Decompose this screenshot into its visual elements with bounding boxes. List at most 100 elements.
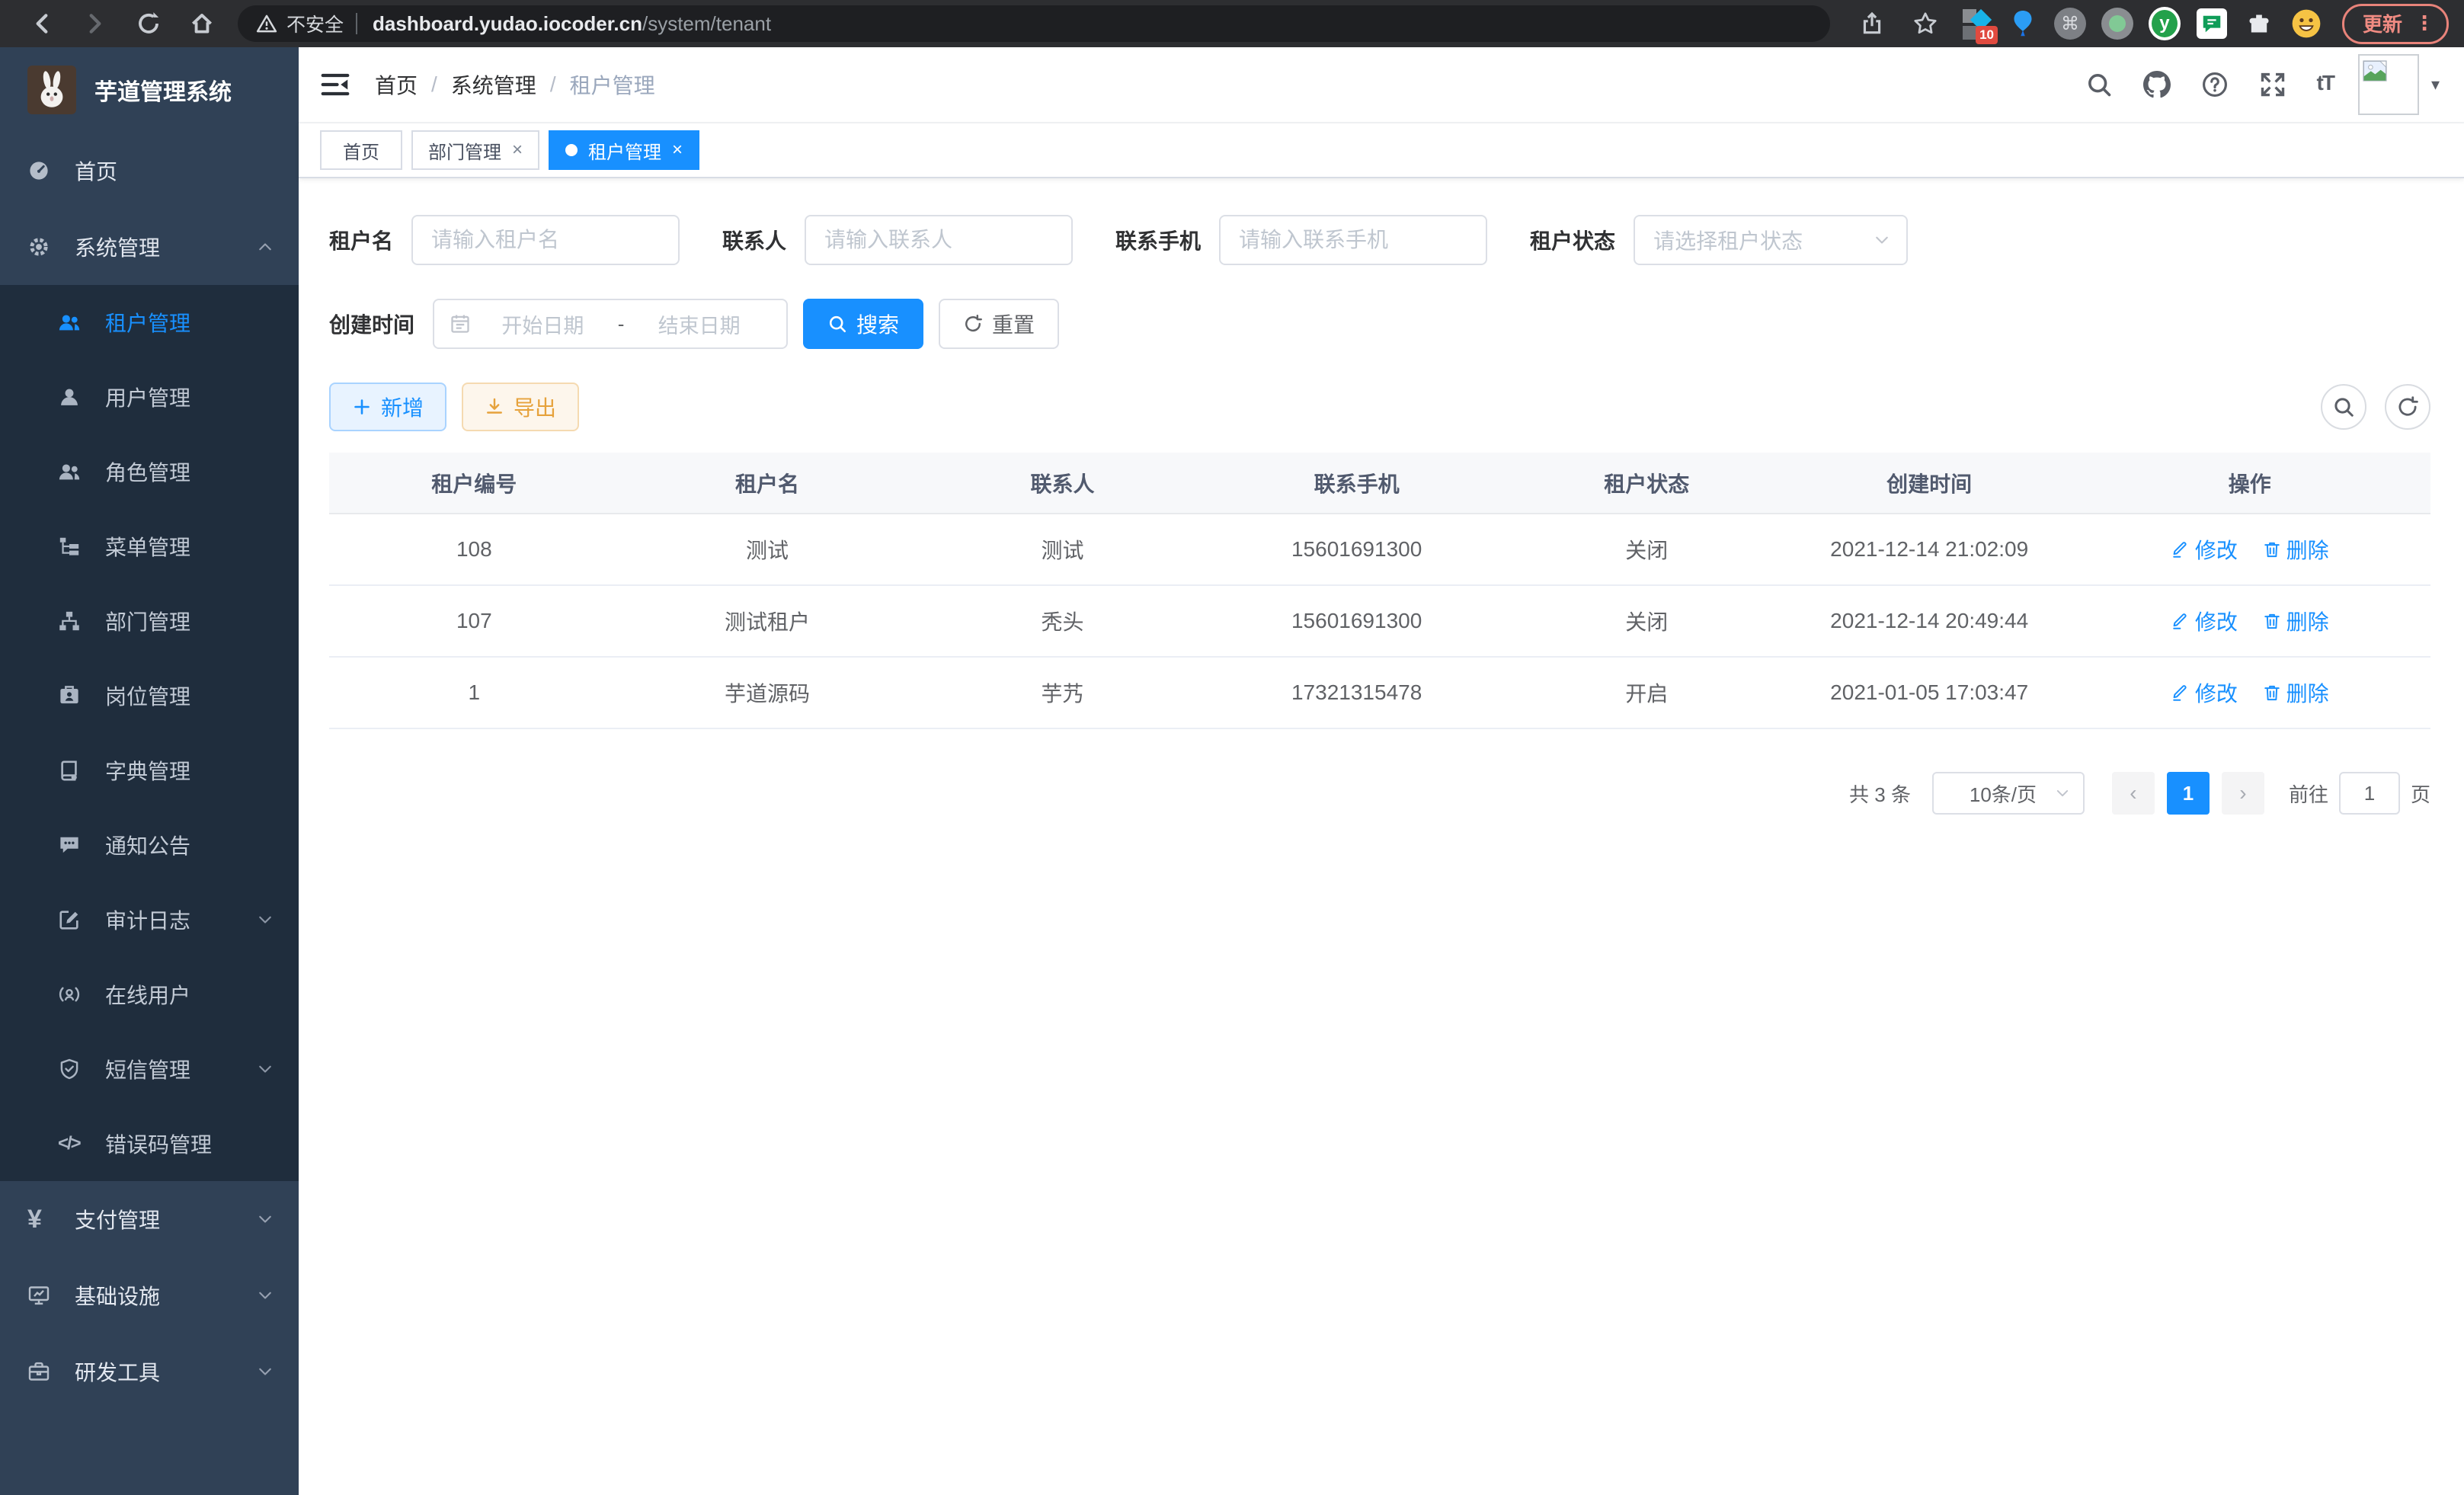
delete-link[interactable]: 删除 [2262, 677, 2329, 708]
sidebar-item-role[interactable]: 角色管理 [0, 434, 299, 509]
chevron-down-icon [256, 1286, 274, 1305]
current-page-button[interactable]: 1 [2167, 772, 2210, 815]
date-range-picker[interactable]: 开始日期 - 结束日期 [433, 299, 788, 349]
table-row: 1 芋道源码 芋艿 17321315478 开启 2021-01-05 17:0… [329, 657, 2430, 728]
browser-home-icon[interactable] [189, 11, 215, 37]
export-button[interactable]: 导出 [462, 383, 579, 431]
reset-button[interactable]: 重置 [939, 299, 1059, 349]
sidebar-item-infra[interactable]: 基础设施 [0, 1257, 299, 1333]
edit-link[interactable]: 修改 [2171, 677, 2238, 708]
contact-input[interactable] [805, 215, 1073, 265]
app-logo[interactable]: 芋道管理系统 [0, 47, 299, 133]
goto-page-input[interactable] [2339, 772, 2400, 815]
cell-created: 2021-12-14 20:49:44 [1790, 585, 2069, 657]
extension-command-icon[interactable]: ⌘ [2054, 8, 2086, 40]
avatar-caret-down-icon[interactable]: ▾ [2431, 75, 2440, 94]
sidebar-item-notice[interactable]: 通知公告 [0, 808, 299, 882]
sidebar-item-label: 角色管理 [105, 456, 274, 487]
github-icon[interactable] [2143, 71, 2171, 98]
sidebar-collapse-icon[interactable] [320, 69, 350, 100]
status-select[interactable]: 请选择租户状态 [1634, 215, 1908, 265]
extension-grid-icon[interactable]: 10 [1960, 8, 1992, 40]
browser-forward-icon[interactable] [82, 11, 108, 37]
sidebar-item-dev-tools[interactable]: 研发工具 [0, 1333, 299, 1410]
sidebar-item-payment[interactable]: ¥ 支付管理 [0, 1181, 299, 1257]
tab-dept[interactable]: 部门管理 × [411, 130, 539, 170]
delete-label: 删除 [2286, 606, 2329, 636]
sidebar-item-dept[interactable]: 部门管理 [0, 584, 299, 658]
navbar-actions: tT ▾ [2055, 54, 2440, 115]
sidebar-item-label: 岗位管理 [105, 680, 274, 711]
page-size-select[interactable]: 10条/页 [1932, 772, 2085, 815]
sidebar-item-dict[interactable]: 字典管理 [0, 733, 299, 808]
tab-close-icon[interactable]: × [512, 139, 523, 161]
chevron-down-icon [256, 1362, 274, 1381]
page-url: dashboard.yudao.iocoder.cn/system/tenant [373, 12, 771, 36]
extension-kite-icon[interactable] [2007, 8, 2039, 40]
breadcrumb-section[interactable]: 系统管理 [451, 69, 536, 100]
sidebar-item-user[interactable]: 用户管理 [0, 360, 299, 434]
browser-reload-icon[interactable] [136, 11, 162, 37]
end-date-placeholder: 结束日期 [627, 309, 771, 339]
cell-phone: 15601691300 [1210, 514, 1504, 585]
extension-y-icon[interactable]: y [2149, 8, 2181, 40]
toggle-search-button[interactable] [2321, 384, 2366, 430]
sidebar-item-menu[interactable]: 菜单管理 [0, 509, 299, 584]
search-button[interactable]: 搜索 [803, 299, 923, 349]
tenant-name-input[interactable] [411, 215, 680, 265]
sidebar-item-tenant[interactable]: 租户管理 [0, 285, 299, 360]
kebab-menu-icon[interactable]: ⋮ [2414, 11, 2434, 35]
delete-link[interactable]: 删除 [2262, 606, 2329, 636]
edit-link[interactable]: 修改 [2171, 534, 2238, 565]
logo-rabbit-image [27, 66, 76, 114]
sidebar-item-label: 短信管理 [105, 1054, 256, 1084]
tab-home[interactable]: 首页 [320, 130, 402, 170]
sidebar-item-error-code[interactable]: </> 错误码管理 [0, 1106, 299, 1181]
monitor-icon [27, 1284, 50, 1307]
security-label[interactable]: 不安全 [286, 10, 344, 37]
sidebar-item-home[interactable]: 首页 [0, 133, 299, 209]
tab-tenant[interactable]: 租户管理 × [549, 130, 699, 170]
sidebar-item-audit-log[interactable]: 审计日志 [0, 882, 299, 957]
sidebar-item-label: 租户管理 [105, 307, 274, 338]
next-page-button[interactable]: › [2222, 772, 2264, 815]
share-icon[interactable] [1859, 11, 1885, 37]
sidebar-item-post[interactable]: 岗位管理 [0, 658, 299, 733]
font-size-icon[interactable]: tT [2317, 71, 2334, 98]
not-secure-warning-icon [256, 13, 277, 34]
chevron-down-icon [2054, 785, 2071, 802]
tab-close-icon[interactable]: × [672, 139, 683, 161]
extension-chat-icon[interactable] [2196, 8, 2228, 40]
fullscreen-icon[interactable] [2259, 71, 2286, 98]
browser-back-icon[interactable] [29, 11, 55, 37]
cell-contact: 芋艿 [915, 657, 1209, 728]
sidebar-item-system[interactable]: 系统管理 [0, 209, 299, 285]
cell-phone: 17321315478 [1210, 657, 1504, 728]
puzzle-icon [2246, 11, 2272, 37]
delete-link[interactable]: 删除 [2262, 534, 2329, 565]
sidebar-item-online-user[interactable]: 在线用户 [0, 957, 299, 1032]
bookmark-star-icon[interactable] [1912, 11, 1938, 37]
cell-created: 2021-01-05 17:03:47 [1790, 657, 2069, 728]
profile-avatar-icon[interactable] [2290, 8, 2322, 40]
add-button[interactable]: 新增 [329, 383, 446, 431]
extension-record-icon[interactable] [2101, 8, 2133, 40]
chevron-down-icon [1873, 231, 1891, 249]
header-search-icon[interactable] [2085, 71, 2113, 98]
pagination-total: 共 3 条 [1849, 780, 1911, 808]
sidebar-item-sms[interactable]: 短信管理 [0, 1032, 299, 1106]
refresh-table-button[interactable] [2385, 384, 2430, 430]
phone-input[interactable] [1219, 215, 1487, 265]
edit-link[interactable]: 修改 [2171, 606, 2238, 636]
kite-icon [2008, 8, 2038, 39]
avatar[interactable] [2358, 54, 2419, 115]
tenant-table: 租户编号 租户名 联系人 联系手机 租户状态 创建时间 操作 108 测试 [329, 453, 2430, 729]
extensions-puzzle-icon[interactable] [2243, 8, 2275, 40]
chrome-update-button[interactable]: 更新 ⋮ [2342, 4, 2449, 44]
col-tenant-name: 租户名 [619, 453, 916, 514]
help-icon[interactable] [2201, 71, 2229, 98]
breadcrumb-home[interactable]: 首页 [375, 69, 418, 100]
address-bar[interactable]: 不安全 dashboard.yudao.iocoder.cn/system/te… [238, 5, 1830, 42]
prev-page-button[interactable]: ‹ [2112, 772, 2155, 815]
cell-actions: 修改 删除 [2069, 585, 2430, 657]
